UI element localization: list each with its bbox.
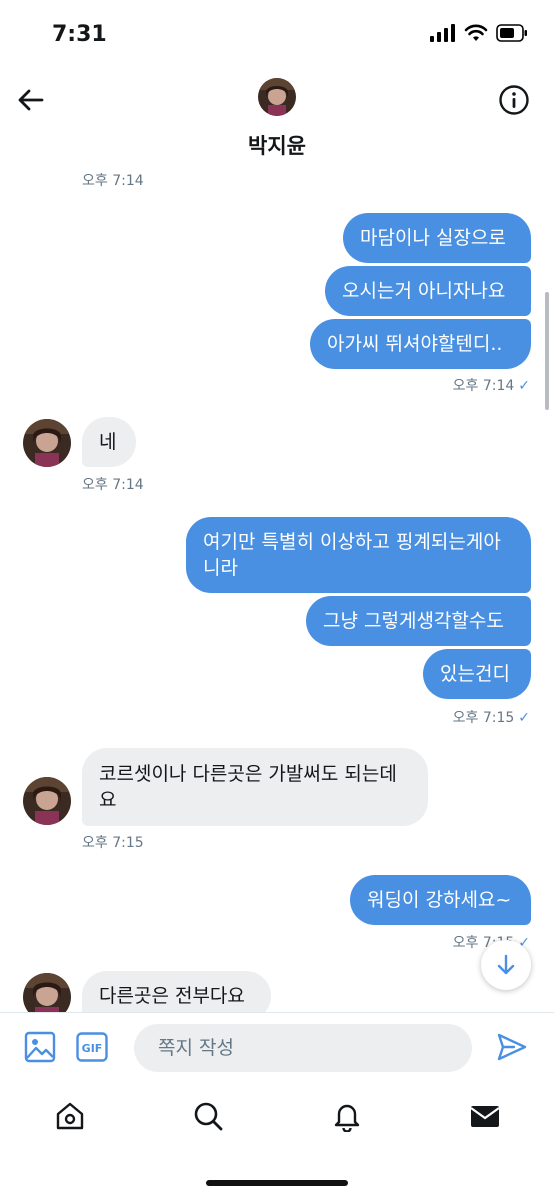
send-button[interactable] (496, 1031, 528, 1063)
tab-home[interactable] (54, 1100, 86, 1132)
message-timestamp: 오후 7:14 (82, 477, 144, 493)
back-button[interactable] (14, 84, 46, 116)
svg-text:GIF: GIF (82, 1042, 103, 1055)
read-check-icon: ✓ (518, 710, 530, 726)
message-list[interactable]: 오후 7:14 마담이나 실장으로 오시는거 아니자나요 아가씨 뛰셔야할텐디.… (0, 170, 554, 1015)
tab-notifications[interactable] (331, 1100, 363, 1133)
outgoing-message[interactable]: 그냥 그렇게생각할수도 (306, 596, 531, 646)
contact-avatar[interactable] (23, 973, 71, 1015)
read-check-icon: ✓ (518, 378, 530, 394)
envelope-icon (470, 1106, 500, 1127)
image-icon (24, 1031, 56, 1063)
add-image-button[interactable] (24, 1031, 56, 1063)
outgoing-message[interactable]: 여기만 특별히 이상하고 핑계되는게아니라 (186, 517, 531, 593)
battery-icon (496, 24, 527, 42)
message-timestamp: 오후 7:15 (82, 835, 144, 851)
outgoing-message[interactable]: 마담이나 실장으로 (343, 213, 531, 263)
conversation-header: 박지윤 (0, 70, 554, 170)
contact-avatar[interactable] (23, 777, 71, 825)
tab-messages[interactable] (469, 1100, 501, 1132)
scrollbar[interactable] (545, 292, 549, 410)
outgoing-message[interactable]: 있는건디 (423, 649, 531, 699)
send-icon (497, 1033, 527, 1061)
info-button[interactable] (498, 84, 530, 116)
message-timestamp: 오후 7:15 ✓ (452, 710, 530, 726)
status-bar: 7:31 (0, 0, 554, 70)
add-gif-button[interactable]: GIF (76, 1032, 108, 1062)
wifi-icon (464, 24, 488, 41)
status-icons (430, 24, 528, 42)
outgoing-message[interactable]: 아가씨 뛰셔야할텐디.. (310, 319, 531, 369)
outgoing-message[interactable]: 워딩이 강하세요~ (350, 875, 531, 925)
header-avatar[interactable] (258, 78, 296, 116)
arrow-down-icon (497, 954, 515, 975)
incoming-message[interactable]: 다른곳은 전부다요 (82, 971, 271, 1015)
incoming-message[interactable]: 네 (82, 417, 136, 467)
status-time: 7:31 (52, 22, 107, 47)
message-input[interactable] (134, 1024, 472, 1072)
scroll-to-bottom-button[interactable] (481, 940, 531, 990)
signal-icon (430, 24, 455, 42)
message-timestamp: 오후 7:14 ✓ (452, 378, 530, 394)
arrow-left-icon (18, 89, 44, 111)
tab-search[interactable] (192, 1100, 224, 1132)
info-icon (499, 85, 529, 115)
gif-icon: GIF (76, 1032, 108, 1062)
incoming-message[interactable]: 코르셋이나 다른곳은 가발써도 되는데요 (82, 748, 428, 826)
home-indicator (206, 1180, 348, 1186)
contact-name[interactable]: 박지윤 (0, 130, 554, 160)
compose-bar: GIF (0, 1012, 554, 1084)
home-icon (56, 1102, 84, 1130)
outgoing-message[interactable]: 오시는거 아니자나요 (325, 266, 531, 316)
contact-avatar[interactable] (23, 419, 71, 467)
message-timestamp: 오후 7:14 (82, 173, 144, 189)
bell-icon (334, 1104, 360, 1133)
search-icon (194, 1102, 223, 1131)
